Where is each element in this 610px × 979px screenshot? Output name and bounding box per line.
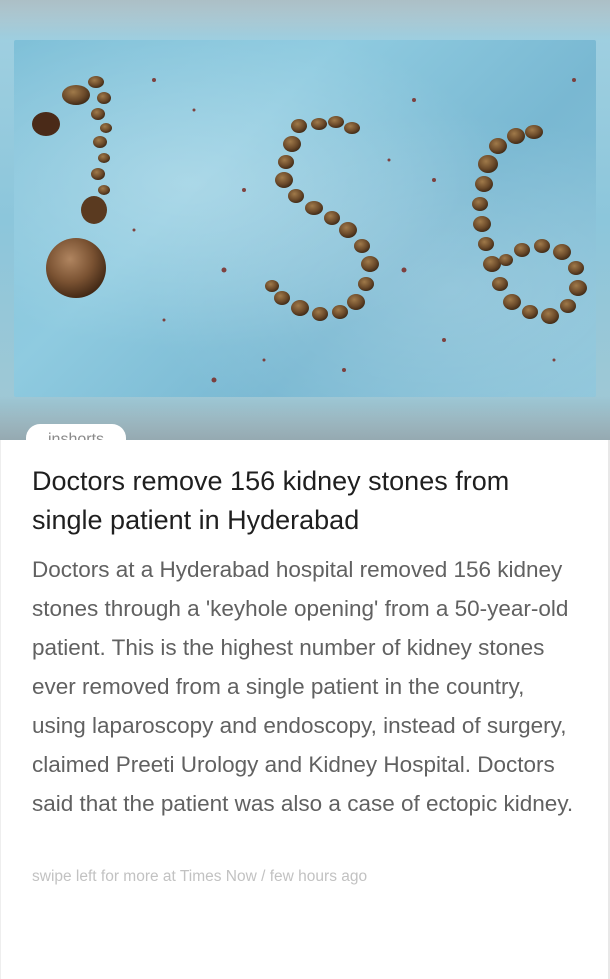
footer-separator: /	[256, 868, 270, 885]
image-top-shadow	[0, 0, 610, 40]
article-image[interactable]	[0, 0, 610, 440]
article-headline[interactable]: Doctors remove 156 kidney stones from si…	[32, 462, 584, 540]
article-timestamp: few hours ago	[269, 868, 368, 885]
read-more-link[interactable]: swipe left for more at Times Now	[32, 868, 257, 885]
article-body: Doctors at a Hyderabad hospital removed …	[32, 557, 574, 816]
article-footer: swipe left for more at Times Now / few h…	[32, 868, 367, 886]
kidney-stones-photo	[14, 40, 596, 397]
article-content: Doctors remove 156 kidney stones from si…	[0, 440, 610, 979]
card-left-edge	[0, 440, 1, 979]
news-card-screen: inshorts Doctors remove 156 kidney stone…	[0, 0, 610, 979]
kidney-stones-illustration	[32, 76, 587, 383]
